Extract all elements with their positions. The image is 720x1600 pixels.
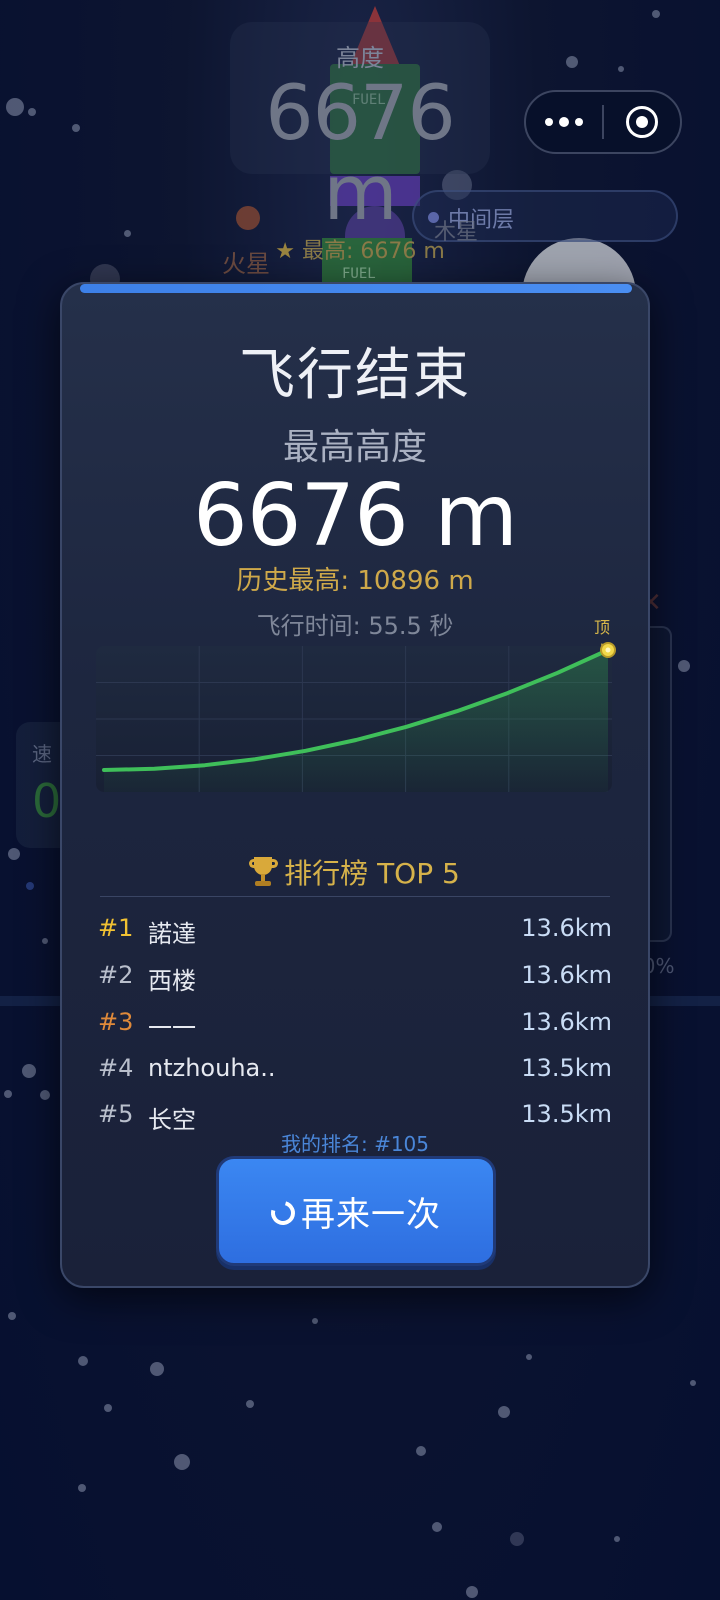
star-icon: ★ bbox=[275, 239, 295, 264]
trophy-icon bbox=[249, 857, 279, 887]
star bbox=[678, 660, 690, 672]
speed-label: 速 bbox=[32, 742, 52, 766]
target-ring-icon[interactable] bbox=[604, 92, 680, 152]
more-dots-icon[interactable] bbox=[526, 92, 602, 152]
star bbox=[416, 1446, 426, 1456]
star bbox=[618, 66, 624, 72]
play-again-button[interactable]: 再来一次 bbox=[216, 1156, 496, 1266]
modal-title: 飞行结束 bbox=[239, 343, 471, 408]
leaderboard-name: 西楼 bbox=[148, 967, 196, 995]
leaderboard-name: 一一 bbox=[148, 1014, 196, 1042]
leaderboard-title: 排行榜 TOP 5 bbox=[62, 852, 648, 892]
star bbox=[498, 1406, 510, 1418]
star bbox=[104, 1404, 112, 1412]
leaderboard-distance: 13.5km bbox=[521, 1054, 612, 1082]
star bbox=[28, 108, 36, 116]
flight-result-modal: 飞行结束 最高高度 6676 m 历史最高: 10896 m 飞行时间: 55.… bbox=[60, 282, 650, 1288]
history-best: 历史最高: 10896 m bbox=[236, 566, 474, 596]
leaderboard-distance: 13.6km bbox=[521, 1008, 612, 1036]
leaderboard-row: #1 諾達 13.6km bbox=[98, 914, 612, 950]
speed-value: 0 bbox=[32, 774, 62, 828]
leaderboard-rank: #4 bbox=[98, 1054, 134, 1082]
leaderboard-name: 諾達 bbox=[148, 920, 196, 948]
leaderboard-rank: #2 bbox=[98, 961, 134, 989]
chart-peak-point-center bbox=[605, 647, 611, 653]
altitude-chart-svg bbox=[96, 642, 616, 792]
star bbox=[432, 1522, 442, 1532]
star bbox=[8, 1312, 16, 1320]
leaderboard-row: #2 西楼 13.6km bbox=[98, 961, 612, 997]
leaderboard-name: ntzhouha.. bbox=[148, 1054, 276, 1082]
star bbox=[466, 1586, 478, 1598]
max-altitude-label: 最高高度 bbox=[282, 427, 427, 468]
leaderboard-row: #3 一一 13.6km bbox=[98, 1008, 612, 1044]
modal-accent-bar bbox=[80, 284, 632, 293]
star bbox=[614, 1536, 620, 1542]
best-altitude-label: 最高: 6676 m bbox=[301, 239, 445, 264]
leaderboard-divider bbox=[100, 896, 610, 897]
star bbox=[312, 1318, 318, 1324]
leaderboard-distance: 13.6km bbox=[521, 961, 612, 989]
altitude-hud: 高度 6676 m ★ 最高: 6676 m bbox=[230, 22, 490, 264]
play-again-label: 再来一次 bbox=[301, 1194, 441, 1235]
leaderboard-rank: #3 bbox=[98, 1008, 134, 1036]
star bbox=[42, 938, 48, 944]
leaderboard-distance: 13.5km bbox=[521, 1100, 612, 1128]
star bbox=[246, 1400, 254, 1408]
rocket-fuel-text-2: FUEL bbox=[342, 266, 376, 282]
refresh-icon bbox=[266, 1196, 300, 1230]
star bbox=[4, 1090, 12, 1098]
leaderboard-rank: #5 bbox=[98, 1100, 134, 1128]
jupiter-label: 木星 bbox=[434, 220, 479, 245]
star bbox=[6, 98, 24, 116]
max-altitude-value: 6676 m bbox=[193, 466, 518, 566]
star bbox=[78, 1484, 86, 1492]
star bbox=[174, 1454, 190, 1470]
star bbox=[26, 882, 34, 890]
miniprogram-capsule bbox=[524, 90, 682, 154]
star bbox=[150, 1362, 164, 1376]
star bbox=[566, 56, 578, 68]
star bbox=[124, 230, 131, 237]
leaderboard-title-text: 排行榜 TOP 5 bbox=[284, 857, 460, 890]
altitude-chart: 顶点 bbox=[96, 610, 620, 794]
leaderboard-rank: #1 bbox=[98, 914, 134, 942]
leaderboard-row: #4 ntzhouha.. 13.5km bbox=[98, 1054, 612, 1090]
star bbox=[8, 848, 20, 860]
star bbox=[690, 1380, 696, 1386]
star bbox=[510, 1532, 524, 1546]
star bbox=[78, 1356, 88, 1366]
star bbox=[40, 1090, 50, 1100]
leaderboard-distance: 13.6km bbox=[521, 914, 612, 942]
star bbox=[526, 1354, 532, 1360]
star bbox=[22, 1064, 36, 1078]
my-rank: 我的排名: #105 bbox=[280, 1132, 430, 1156]
star bbox=[72, 124, 80, 132]
star bbox=[652, 10, 660, 18]
